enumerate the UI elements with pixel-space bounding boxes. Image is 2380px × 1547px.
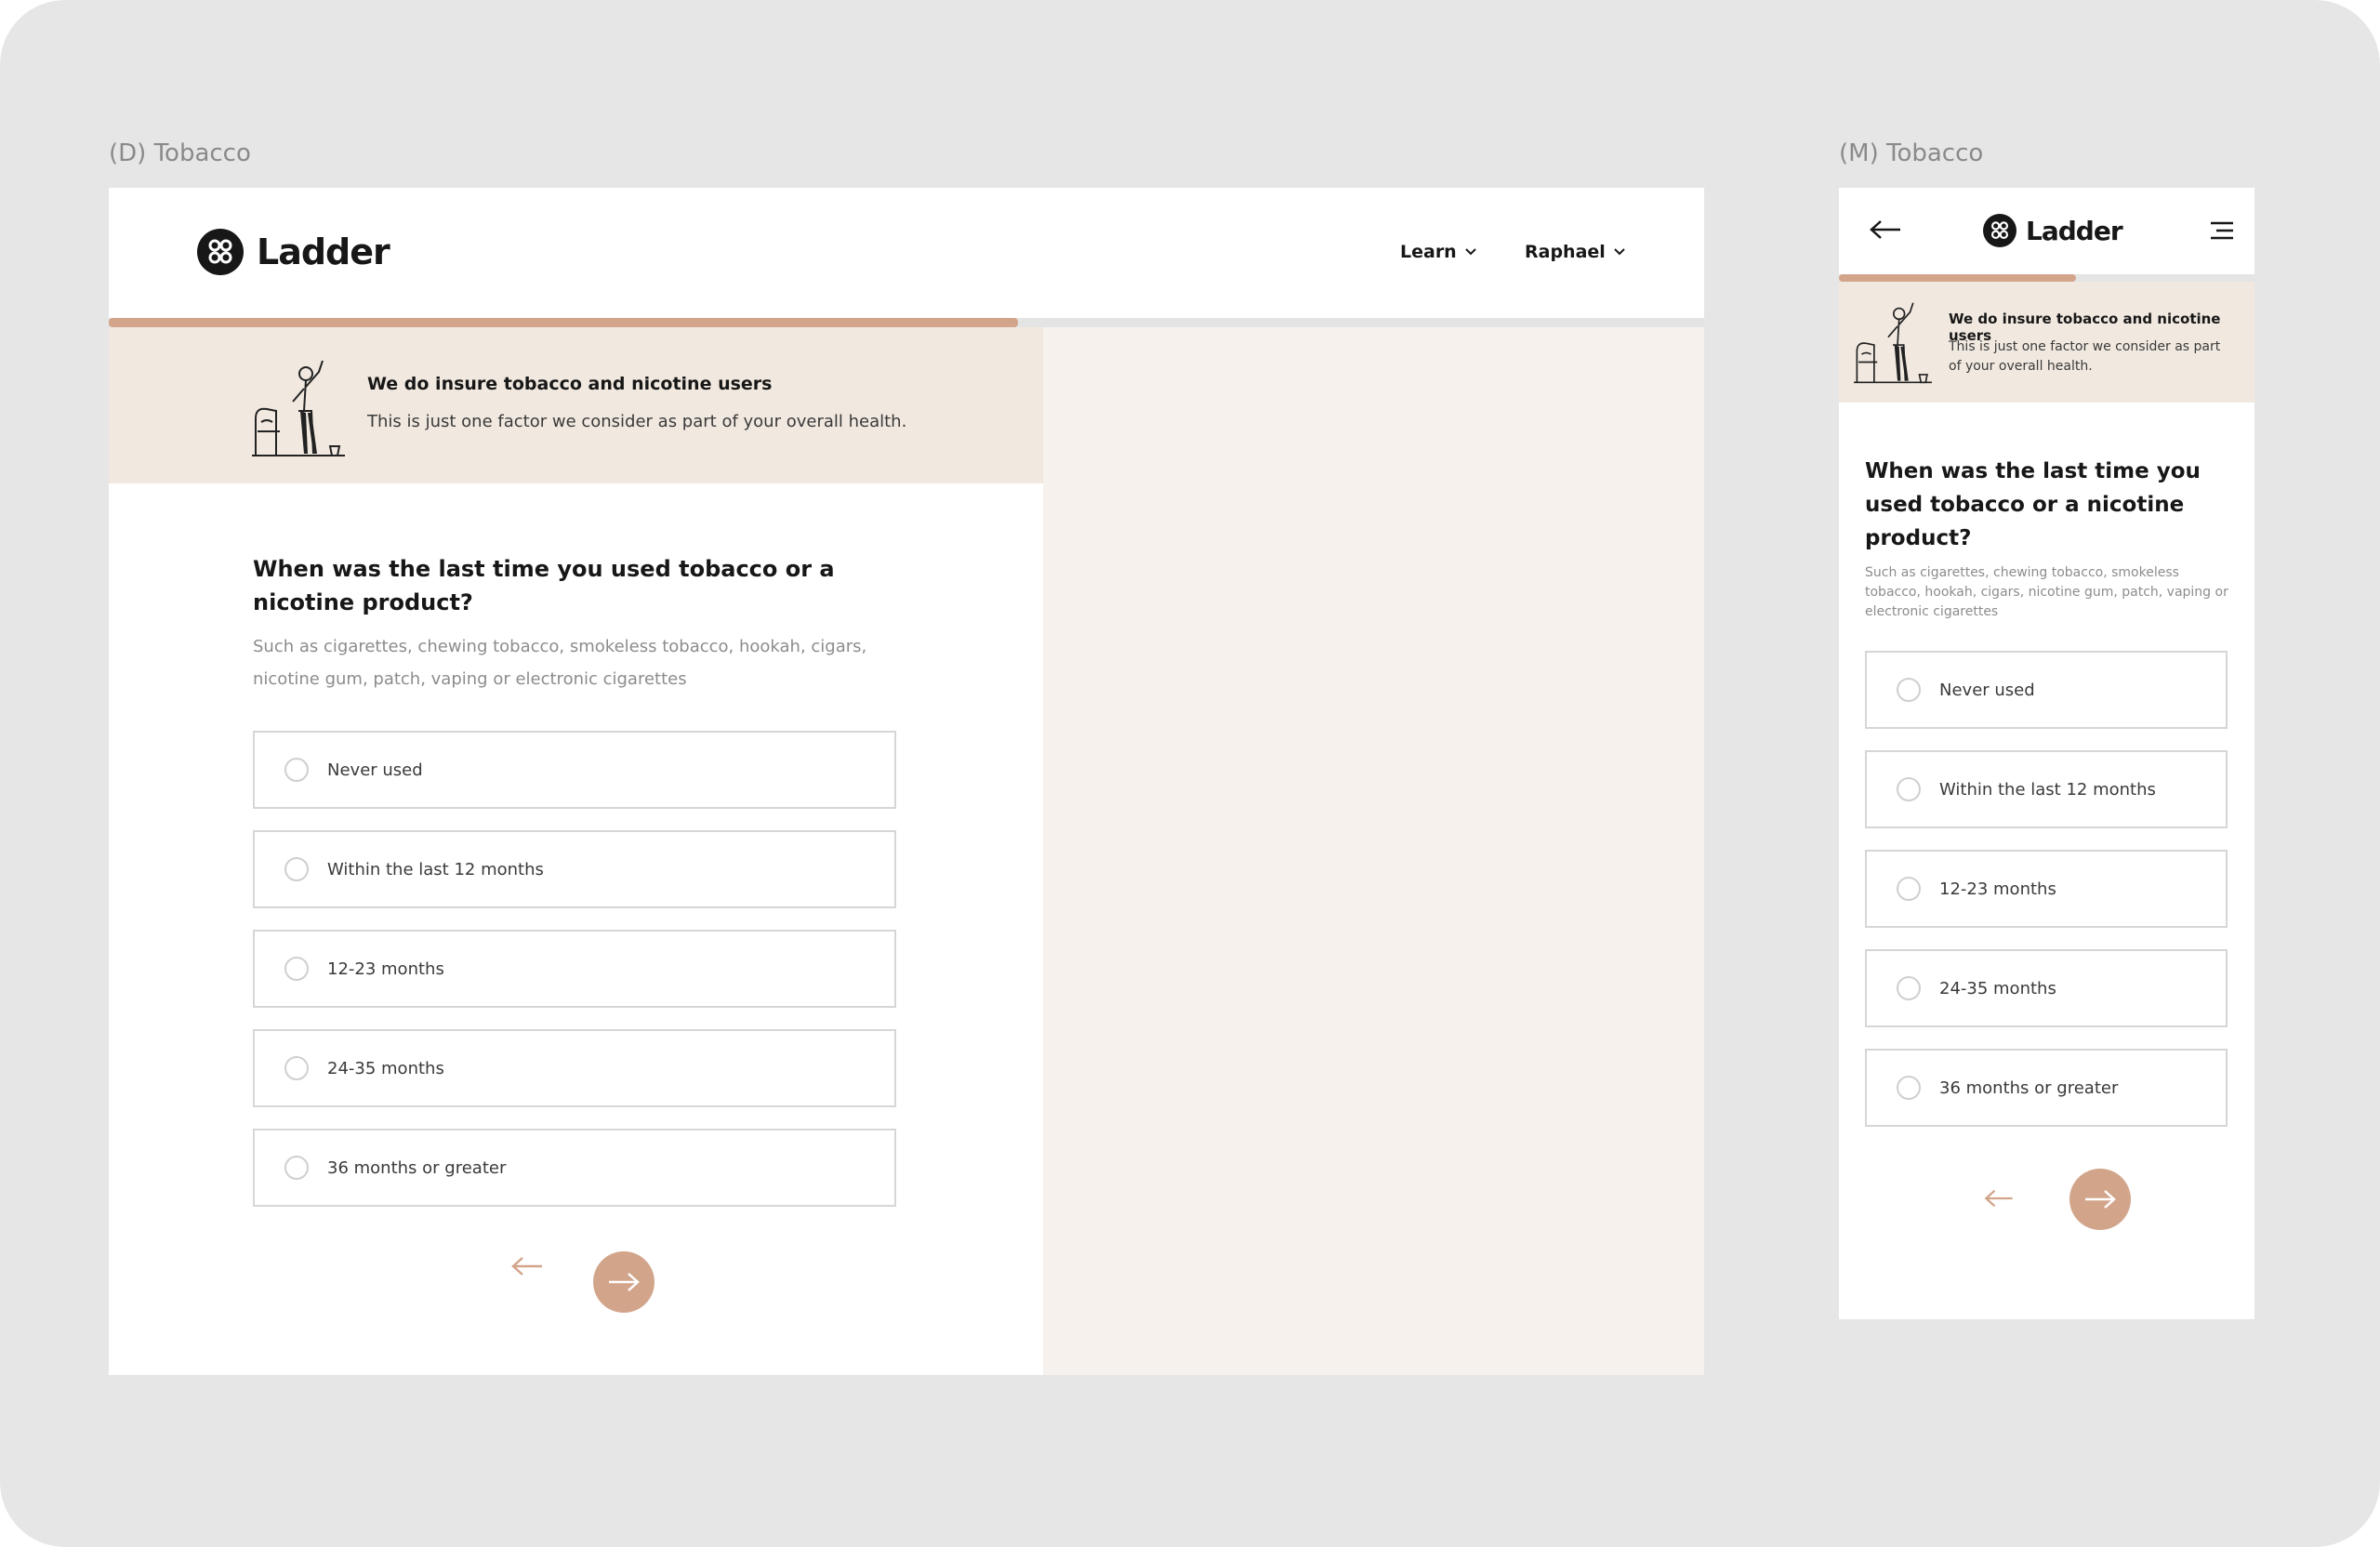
mobile-back-button[interactable] (1978, 1184, 2019, 1212)
radio-button[interactable] (284, 758, 309, 782)
nav-user-label: Raphael (1525, 242, 1606, 262)
radio-button[interactable] (1897, 1076, 1921, 1100)
answer-option-label: 36 months or greater (327, 1157, 507, 1178)
artboard-canvas: (D) Tobacco Ladder Learn Raphael We do i… (0, 0, 2380, 1547)
answer-option[interactable]: 36 months or greater (1865, 1049, 2228, 1127)
radio-button[interactable] (1897, 678, 1921, 702)
radio-button[interactable] (1897, 877, 1921, 901)
desktop-frame: Ladder Learn Raphael We do insure tobacc… (109, 188, 1704, 1375)
mobile-progress-bar (1839, 274, 2254, 282)
radio-button[interactable] (1897, 777, 1921, 801)
answer-option[interactable]: Never used (1865, 651, 2228, 729)
mobile-info-banner: We do insure tobacco and nicotine users … (1839, 282, 2254, 403)
answer-option-label: 24-35 months (1939, 978, 2056, 998)
mobile-question-subtitle: Such as cigarettes, chewing tobacco, smo… (1865, 565, 2228, 619)
answer-option-label: 12-23 months (1939, 879, 2056, 899)
answer-option[interactable]: Within the last 12 months (1865, 750, 2228, 828)
person-illustration-icon (1854, 302, 1932, 384)
chevron-down-icon (1614, 248, 1625, 256)
hamburger-menu-icon[interactable] (2209, 219, 2235, 242)
mobile-banner-subtitle: This is just one factor we consider as p… (1949, 339, 2221, 374)
answer-option-label: Within the last 12 months (327, 859, 544, 879)
desktop-frame-label: (D) Tobacco (109, 139, 251, 167)
arrow-right-icon (2085, 1190, 2116, 1209)
nav-user-menu[interactable]: Raphael (1525, 242, 1626, 262)
radio-button[interactable] (284, 857, 309, 881)
answer-option-label: 36 months or greater (1939, 1078, 2119, 1098)
nav-learn[interactable]: Learn (1400, 242, 1477, 262)
brand-name: Ladder (257, 231, 390, 272)
desktop-progress-bar (109, 318, 1704, 327)
mobile-brand-name: Ladder (2026, 215, 2123, 246)
mobile-question-title: When was the last time you used tobacco … (1865, 459, 2201, 550)
answer-option-label: Never used (327, 760, 423, 780)
mobile-frame-label: (M) Tobacco (1839, 139, 1984, 167)
arrow-right-icon (609, 1273, 640, 1291)
person-illustration-icon (252, 360, 345, 456)
answer-option-label: Never used (1939, 680, 2035, 700)
radio-button[interactable] (284, 1156, 309, 1180)
desktop-next-button[interactable] (593, 1251, 654, 1313)
answer-option[interactable]: 12-23 months (1865, 850, 2228, 928)
chevron-down-icon (1465, 248, 1476, 256)
banner-title: We do insure tobacco and nicotine users (367, 374, 773, 394)
arrow-left-icon (1870, 220, 1900, 239)
desktop-progress-fill (109, 318, 1019, 327)
answer-option-label: 24-35 months (327, 1058, 444, 1078)
mobile-header-back-button[interactable] (1867, 216, 1904, 244)
desktop-header: Ladder Learn Raphael (109, 188, 1704, 318)
question-title: When was the last time you used tobacco … (253, 556, 835, 615)
radio-button[interactable] (284, 957, 309, 981)
arrow-left-icon (1984, 1189, 2013, 1208)
radio-button[interactable] (284, 1056, 309, 1080)
radio-button[interactable] (1897, 976, 1921, 1000)
mobile-progress-fill (1839, 274, 2076, 282)
arrow-left-icon (511, 1257, 542, 1276)
answer-option[interactable]: 36 months or greater (253, 1129, 896, 1207)
answer-option[interactable]: Within the last 12 months (253, 830, 896, 908)
desktop-back-button[interactable] (504, 1250, 550, 1283)
banner-subtitle: This is just one factor we consider as p… (367, 412, 907, 431)
nav-learn-label: Learn (1400, 242, 1457, 262)
answer-option[interactable]: 24-35 months (253, 1029, 896, 1107)
answer-option[interactable]: 24-35 months (1865, 949, 2228, 1027)
answer-option-label: 12-23 months (327, 959, 444, 979)
ladder-logo-icon (197, 229, 244, 275)
desktop-side-panel (1043, 327, 1704, 1375)
question-subtitle: Such as cigarettes, chewing tobacco, smo… (253, 637, 867, 689)
mobile-next-button[interactable] (2069, 1169, 2131, 1230)
desktop-info-banner: We do insure tobacco and nicotine users … (109, 327, 1043, 483)
answer-option[interactable]: 12-23 months (253, 930, 896, 1008)
mobile-logo[interactable]: Ladder (1983, 214, 2123, 247)
ladder-logo-icon (1983, 214, 2016, 247)
answer-option-label: Within the last 12 months (1939, 779, 2156, 800)
answer-option[interactable]: Never used (253, 731, 896, 809)
mobile-frame: Ladder We do insure tobacco and nicotine… (1839, 188, 2254, 1319)
desktop-logo[interactable]: Ladder (197, 229, 390, 275)
